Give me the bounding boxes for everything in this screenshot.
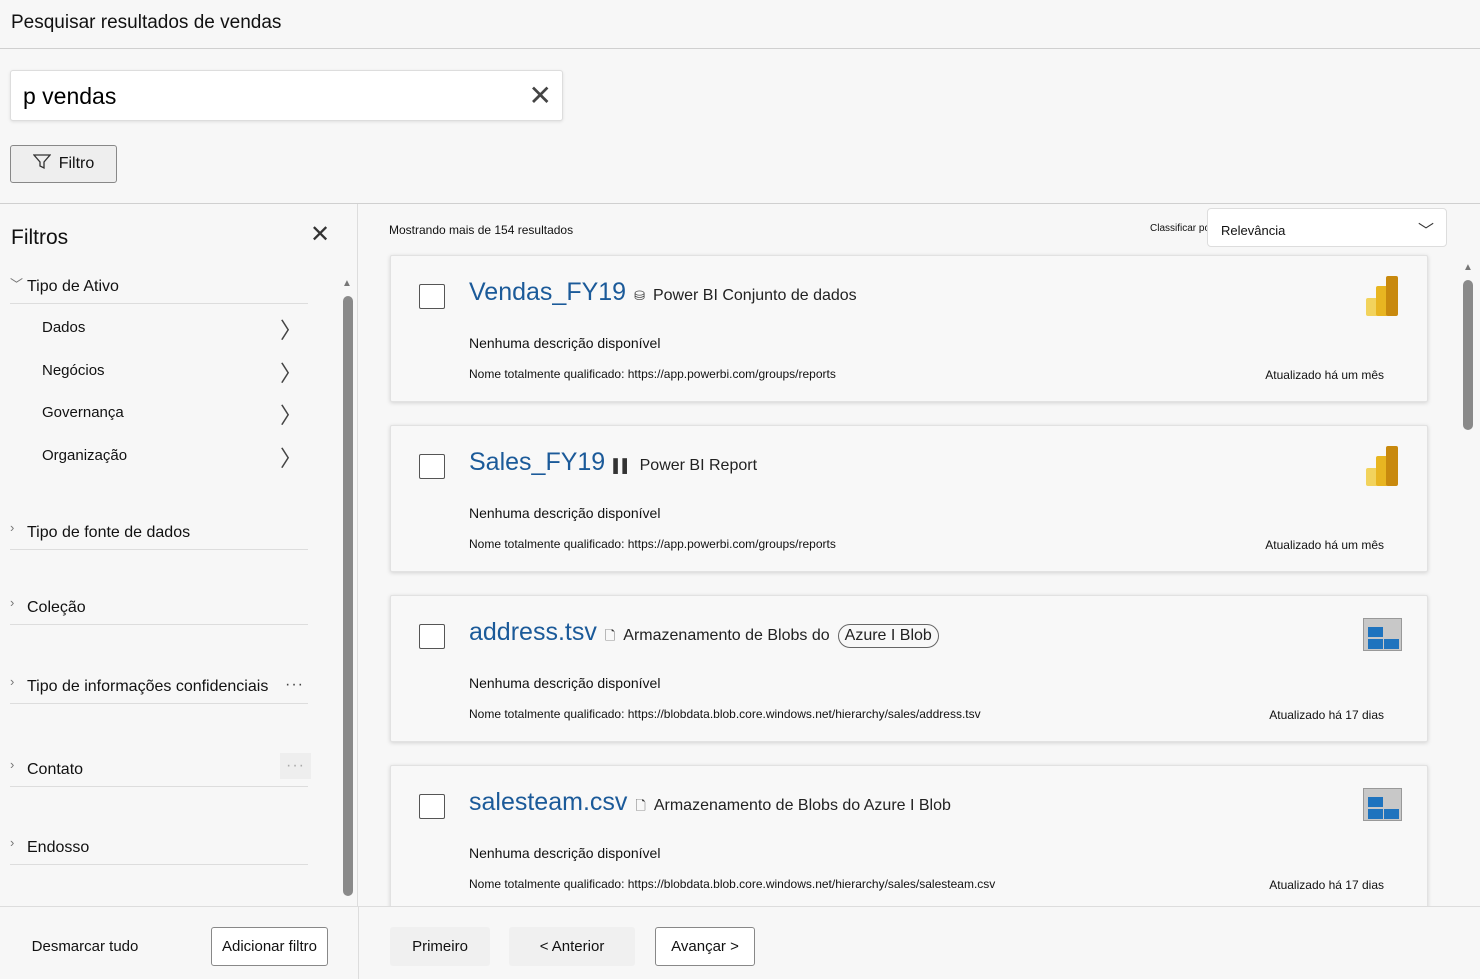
qualified-name: Nome totalmente qualificado: https://app… — [469, 537, 836, 551]
select-checkbox[interactable] — [419, 624, 445, 649]
result-description: Nenhuma descrição disponível — [469, 505, 661, 521]
close-filters-icon[interactable]: ✕ — [310, 220, 330, 249]
chevron-right-icon: 〉 — [279, 361, 302, 386]
section-label: Contato — [27, 761, 84, 778]
section-label: Tipo de fonte de dados — [27, 524, 191, 541]
asset-type: Armazenamento de Blobs do — [623, 627, 830, 644]
chevron-right-icon: › — [10, 520, 15, 535]
asset-type: Armazenamento de Blobs do Azure I Blob — [653, 797, 951, 814]
search-input[interactable] — [23, 83, 503, 110]
database-icon: ⛁ — [634, 288, 645, 303]
asset-type: Power BI Report — [639, 457, 758, 474]
results-scrollbar[interactable] — [1463, 280, 1473, 430]
powerbi-logo-icon — [1366, 446, 1398, 486]
result-title[interactable]: Sales_FY19 — [469, 448, 605, 477]
more-options-icon[interactable]: ··· — [285, 676, 304, 694]
previous-page-button[interactable]: < Anterior — [509, 927, 635, 966]
filter-section-source-type[interactable]: › Tipo de fonte de dados — [10, 520, 308, 550]
result-description: Nenhuma descrição disponível — [469, 335, 661, 351]
updated-time: Atualizado há 17 dias — [1269, 708, 1384, 722]
sort-dropdown[interactable]: Relevância ﹀ — [1207, 208, 1447, 247]
page-title: Pesquisar resultados de vendas — [11, 12, 282, 33]
result-title[interactable]: Vendas_FY19 — [469, 278, 626, 307]
blob-storage-icon — [1363, 618, 1402, 651]
item-label: Governança — [42, 404, 124, 421]
filter-section-endorsement[interactable]: › Endosso — [10, 835, 308, 865]
powerbi-logo-icon — [1366, 276, 1398, 316]
select-checkbox[interactable] — [419, 284, 445, 309]
filters-title: Filtros — [11, 226, 69, 249]
sort-value: Relevância — [1221, 223, 1286, 238]
item-label: Negócios — [42, 362, 105, 379]
scroll-up-icon[interactable]: ▲ — [1463, 262, 1473, 273]
filter-item-organizacao[interactable]: Organização 〉 — [42, 446, 302, 471]
result-card[interactable]: salesteam.csv 🗋 Armazenamento de Blobs d… — [390, 765, 1428, 912]
filter-item-governanca[interactable]: Governança 〉 — [42, 403, 302, 428]
updated-time: Atualizado há um mês — [1265, 368, 1384, 382]
report-icon: ▌▌ — [613, 458, 632, 473]
clear-all-button[interactable]: Desmarcar tudo — [20, 927, 150, 966]
chevron-right-icon: › — [10, 595, 15, 610]
result-count: Mostrando mais de 154 resultados — [389, 223, 574, 237]
qualified-name: Nome totalmente qualificado: https://blo… — [469, 707, 981, 721]
next-page-button[interactable]: Avançar > — [655, 927, 755, 966]
filter-section-asset-type[interactable]: ﹀ Tipo de Ativo — [10, 277, 308, 304]
filter-button[interactable]: Filtro — [10, 145, 117, 183]
result-card[interactable]: address.tsv 🗋 Armazenamento de Blobs do … — [390, 595, 1428, 742]
more-options-icon[interactable]: ··· — [280, 753, 311, 779]
filter-item-dados[interactable]: Dados 〉 — [42, 318, 302, 343]
result-description: Nenhuma descrição disponível — [469, 675, 661, 691]
result-title[interactable]: salesteam.csv — [469, 788, 627, 817]
asset-type: Power BI Conjunto de dados — [652, 287, 857, 304]
filter-section-classification[interactable]: › Tipo de informações confidenciais — [10, 674, 308, 704]
filter-section-contact[interactable]: › Contato — [10, 757, 308, 787]
chevron-right-icon: › — [10, 835, 15, 850]
file-icon: 🗋 — [635, 798, 646, 813]
updated-time: Atualizado há um mês — [1265, 538, 1384, 552]
chevron-down-icon: ﹀ — [1417, 223, 1434, 240]
chevron-right-icon: 〉 — [279, 403, 302, 428]
result-card[interactable]: Sales_FY19 ▌▌ Power BI Report Nenhuma de… — [390, 425, 1428, 572]
filters-panel — [0, 204, 358, 906]
section-label: Coleção — [27, 599, 86, 616]
section-label: Tipo de Ativo — [27, 278, 119, 295]
filter-icon — [32, 153, 52, 175]
filter-section-collection[interactable]: › Coleção — [10, 595, 308, 625]
first-page-button[interactable]: Primeiro — [390, 927, 490, 966]
file-icon: 🗋 — [604, 628, 616, 643]
scroll-up-icon[interactable]: ▲ — [342, 278, 352, 289]
result-title[interactable]: address.tsv — [469, 618, 597, 647]
qualified-name: Nome totalmente qualificado: https://app… — [469, 367, 836, 381]
chevron-right-icon: › — [10, 674, 15, 689]
item-label: Organização — [42, 447, 128, 464]
filter-item-negocios[interactable]: Negócios 〉 — [42, 361, 302, 386]
add-filter-button[interactable]: Adicionar filtro — [211, 927, 328, 966]
filters-scrollbar[interactable] — [343, 296, 353, 896]
item-label: Dados — [42, 319, 86, 336]
blob-storage-icon — [1363, 788, 1402, 821]
updated-time: Atualizado há 17 dias — [1269, 878, 1384, 892]
section-label: Endosso — [27, 839, 90, 856]
chevron-right-icon: 〉 — [279, 318, 302, 343]
clear-search-icon[interactable]: ✕ — [529, 79, 552, 112]
section-label: Tipo de informações confidenciais — [27, 678, 269, 695]
qualified-name: Nome totalmente qualificado: https://blo… — [469, 877, 996, 891]
result-description: Nenhuma descrição disponível — [469, 845, 661, 861]
result-card[interactable]: Vendas_FY19 ⛁ Power BI Conjunto de dados… — [390, 255, 1428, 402]
chevron-right-icon: › — [10, 757, 15, 772]
search-box[interactable]: ✕ — [10, 70, 563, 121]
chevron-down-icon: ﹀ — [10, 277, 24, 292]
select-checkbox[interactable] — [419, 454, 445, 479]
chevron-right-icon: 〉 — [279, 446, 302, 471]
select-checkbox[interactable] — [419, 794, 445, 819]
source-badge: Azure I Blob — [837, 624, 939, 648]
filter-button-label: Filtro — [58, 155, 95, 172]
